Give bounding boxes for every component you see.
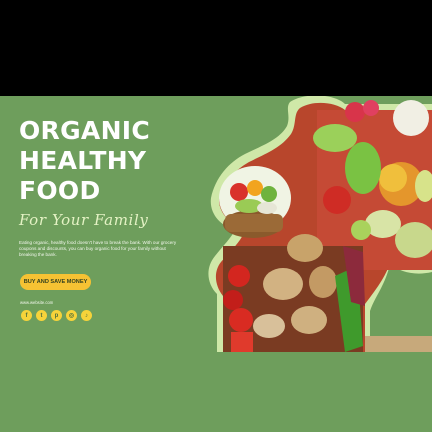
twitter-icon[interactable]: t	[36, 310, 47, 321]
bottom-photo-strip	[365, 336, 432, 352]
tiktok-icon[interactable]: ♪	[81, 310, 92, 321]
mushroom-and-pepper-photo	[223, 234, 365, 352]
instagram-icon[interactable]: ◎	[66, 310, 77, 321]
ad-canvas: ORGANIC HEALTHY FOOD For Your Family Eat…	[0, 0, 432, 432]
headline-line-1: ORGANIC	[19, 116, 151, 145]
facebook-icon[interactable]: f	[21, 310, 32, 321]
vegetable-basket-photo	[219, 166, 291, 238]
website-link[interactable]: www.website.com	[20, 300, 53, 305]
organic-food-banner: ORGANIC HEALTHY FOOD For Your Family Eat…	[0, 96, 432, 432]
top-letterbox-band	[0, 0, 432, 96]
fresh-produce-photo	[313, 100, 432, 270]
produce-collage	[208, 96, 432, 352]
social-icons: f t p ◎ ♪	[21, 310, 92, 321]
headline: ORGANIC HEALTHY FOOD	[19, 116, 189, 206]
buy-and-save-button[interactable]: BUY AND SAVE MONEY	[20, 274, 91, 290]
pinterest-icon[interactable]: p	[51, 310, 62, 321]
headline-line-3: FOOD	[19, 176, 101, 205]
headline-line-2: HEALTHY	[19, 146, 147, 175]
description-text: Eating organic, healthy food doesn't hav…	[19, 240, 177, 258]
tagline: For Your Family	[19, 211, 149, 229]
